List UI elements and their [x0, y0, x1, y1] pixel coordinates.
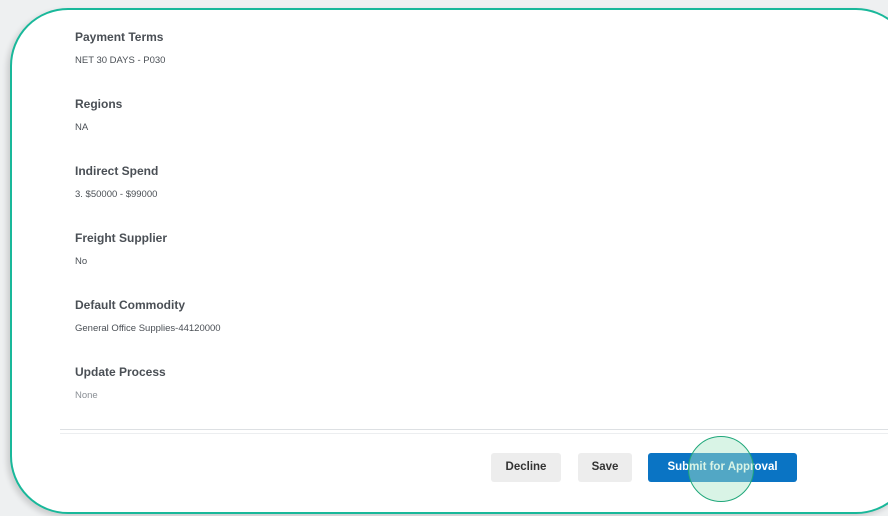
field-label: Payment Terms: [75, 30, 164, 44]
field-list: Payment Terms NET 30 DAYS - P030 Regions…: [75, 30, 221, 432]
field-default-commodity: Default Commodity General Office Supplie…: [75, 298, 221, 365]
field-label: Freight Supplier: [75, 231, 168, 245]
save-button[interactable]: Save: [578, 453, 632, 482]
field-value: No: [75, 256, 88, 267]
field-label: Regions: [75, 97, 123, 111]
footer-divider-secondary: [60, 433, 888, 434]
field-label: Indirect Spend: [75, 164, 159, 178]
field-value: None: [75, 390, 98, 401]
supplier-details-panel: Payment Terms NET 30 DAYS - P030 Regions…: [10, 8, 888, 514]
field-freight-supplier: Freight Supplier No: [75, 231, 221, 298]
submit-for-approval-button[interactable]: Submit for Approval: [648, 453, 797, 482]
field-label: Default Commodity: [75, 298, 186, 312]
field-value: General Office Supplies-44120000: [75, 323, 221, 334]
field-payment-terms: Payment Terms NET 30 DAYS - P030: [75, 30, 221, 97]
footer-divider: [60, 429, 888, 430]
screen: Payment Terms NET 30 DAYS - P030 Regions…: [0, 0, 888, 516]
field-update-process: Update Process None: [75, 365, 221, 432]
field-value: NET 30 DAYS - P030: [75, 55, 166, 66]
field-regions: Regions NA: [75, 97, 221, 164]
field-value: 3. $50000 - $99000: [75, 189, 158, 200]
field-value: NA: [75, 122, 89, 133]
decline-button[interactable]: Decline: [491, 453, 561, 482]
field-indirect-spend: Indirect Spend 3. $50000 - $99000: [75, 164, 221, 231]
field-label: Update Process: [75, 365, 166, 379]
